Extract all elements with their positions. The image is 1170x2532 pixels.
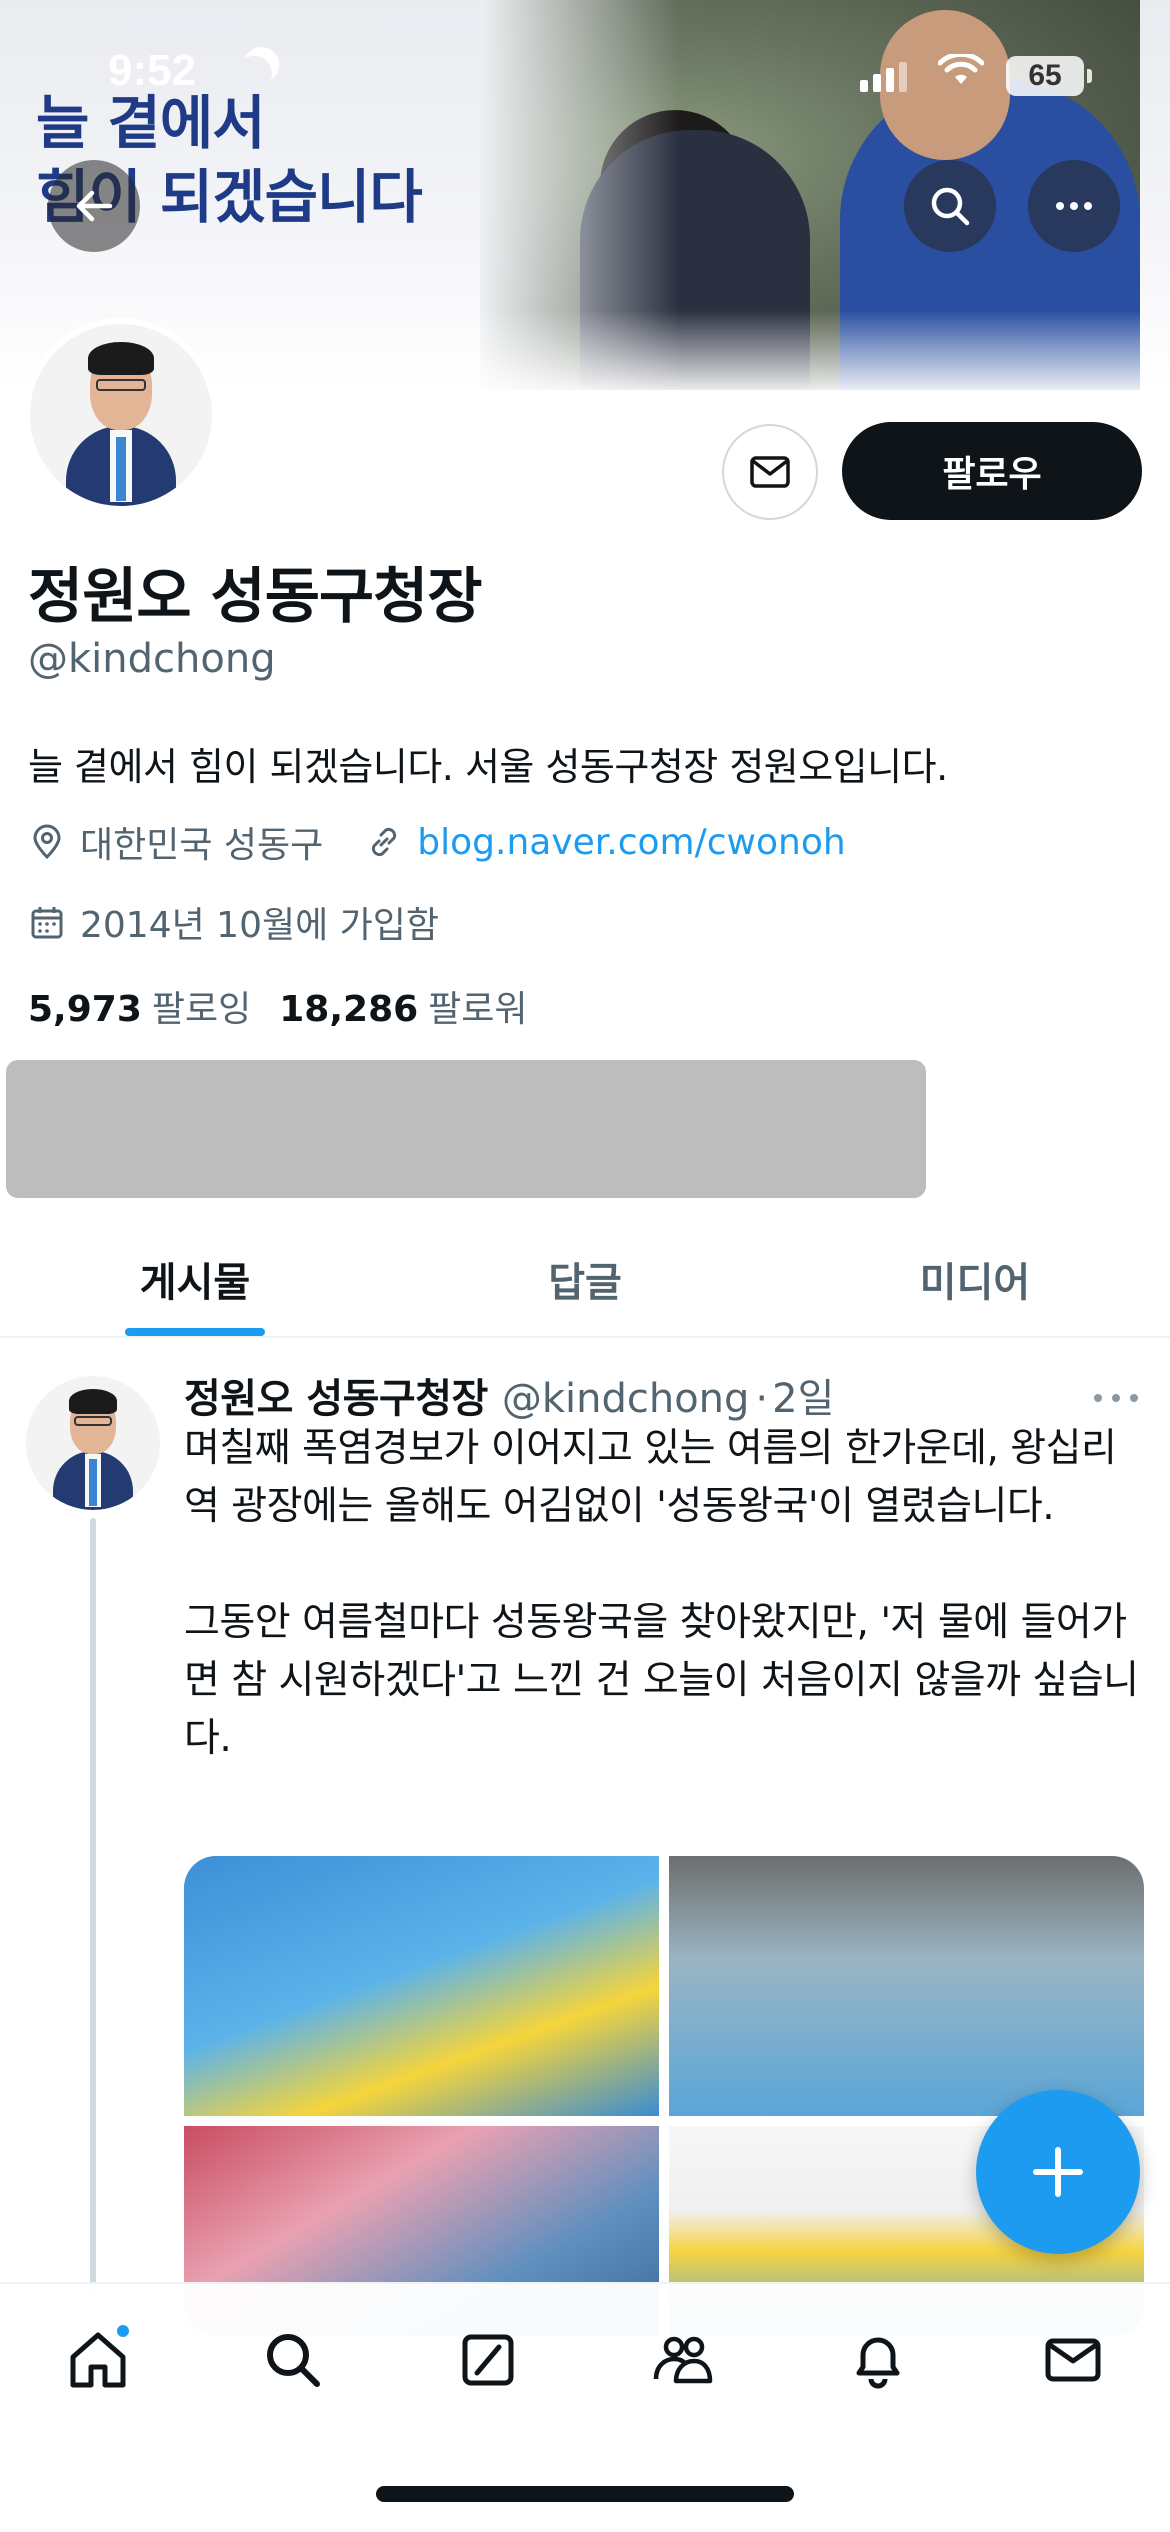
cellular-signal-icon [860, 62, 907, 92]
redacted-block [6, 1060, 926, 1198]
following-count: 5,973 [28, 989, 142, 1030]
nav-messages[interactable] [1023, 2310, 1123, 2410]
wifi-icon [937, 51, 985, 98]
profile-avatar[interactable] [24, 318, 218, 512]
back-button[interactable] [48, 160, 140, 252]
plus-icon [1033, 2147, 1083, 2197]
following-link[interactable]: 5,973 팔로잉 [28, 980, 251, 1032]
search-icon [266, 2334, 320, 2387]
notification-dot [113, 2322, 132, 2340]
followers-link[interactable]: 18,286 팔로워 [279, 980, 527, 1032]
nav-notifications[interactable] [828, 2310, 928, 2410]
messages-icon [1045, 2338, 1100, 2382]
more-icon [1056, 202, 1092, 210]
tab-posts[interactable]: 게시물 [0, 1222, 390, 1336]
nav-home[interactable] [48, 2310, 148, 2410]
message-button[interactable] [722, 424, 818, 520]
following-label: 팔로잉 [151, 989, 252, 1030]
followers-count: 18,286 [279, 989, 419, 1030]
back-arrow-icon [76, 190, 113, 222]
communities-icon [653, 2336, 712, 2384]
profile-handle: @kindchong [28, 636, 276, 682]
compose-button[interactable] [976, 2090, 1140, 2254]
post-image-1[interactable] [184, 1856, 659, 2116]
post-author-avatar[interactable] [26, 1376, 160, 1510]
tab-media[interactable]: 미디어 [780, 1222, 1170, 1336]
more-options-button[interactable] [1028, 160, 1120, 252]
post-author-name[interactable]: 정원오 성동구청장 [184, 1366, 488, 1424]
profile-bio: 늘 곁에서 힘이 되겠습니다. 서울 성동구청장 정원오입니다. [28, 745, 948, 789]
grok-icon [462, 2334, 513, 2386]
calendar-icon [31, 907, 63, 939]
post-time-separator: · [755, 1376, 769, 1422]
post-author-handle: @kindchong [501, 1376, 750, 1422]
profile-location: 대한민국 성동구 [80, 825, 324, 866]
post-header: 정원오 성동구청장 @kindchong · 2일 [184, 1366, 834, 1424]
profile-joined: 2014년 10월에 가입함 [80, 905, 440, 946]
follow-button[interactable]: 팔로우 [842, 422, 1142, 520]
follow-stats: 5,973 팔로잉 18,286 팔로워 [28, 980, 528, 1032]
banner-slogan-line1: 늘 곁에서 [36, 89, 266, 157]
location-pin-icon [33, 824, 61, 860]
search-icon [931, 187, 970, 226]
post-more-button[interactable] [1092, 1372, 1140, 1418]
nav-communities[interactable] [633, 2310, 733, 2410]
post-text: 며칠째 폭염경보가 이어지고 있는 여름의 한가운데, 왕십리역 광장에는 올해… [184, 1426, 1139, 1761]
thread-line [90, 1518, 96, 2298]
post-media-grid [184, 1856, 1144, 2336]
more-icon [1094, 1394, 1138, 1402]
home-indicator [376, 2486, 794, 2502]
profile-name: 정원오 성동구청장 [28, 562, 482, 632]
post-image-2[interactable] [669, 1856, 1144, 2116]
mail-icon [750, 456, 790, 488]
tab-replies[interactable]: 답글 [390, 1222, 780, 1336]
nav-search[interactable] [243, 2310, 343, 2410]
profile-joined-row: 2014년 10월에 가입함 [28, 896, 439, 948]
profile-website-link[interactable]: blog.naver.com/cwonoh [417, 822, 845, 863]
link-icon [372, 827, 397, 857]
search-button[interactable] [904, 160, 996, 252]
notifications-icon [856, 2337, 899, 2389]
profile-meta-row: 대한민국 성동구 blog.naver.com/cwonoh [28, 816, 846, 868]
followers-label: 팔로워 [428, 989, 528, 1030]
profile-tabs: 게시물 답글 미디어 [0, 1222, 1170, 1338]
status-time: 9:52 [108, 46, 197, 95]
battery-indicator: 65 [1006, 56, 1092, 96]
post-time: 2일 [772, 1376, 835, 1422]
nav-grok[interactable] [438, 2310, 538, 2410]
